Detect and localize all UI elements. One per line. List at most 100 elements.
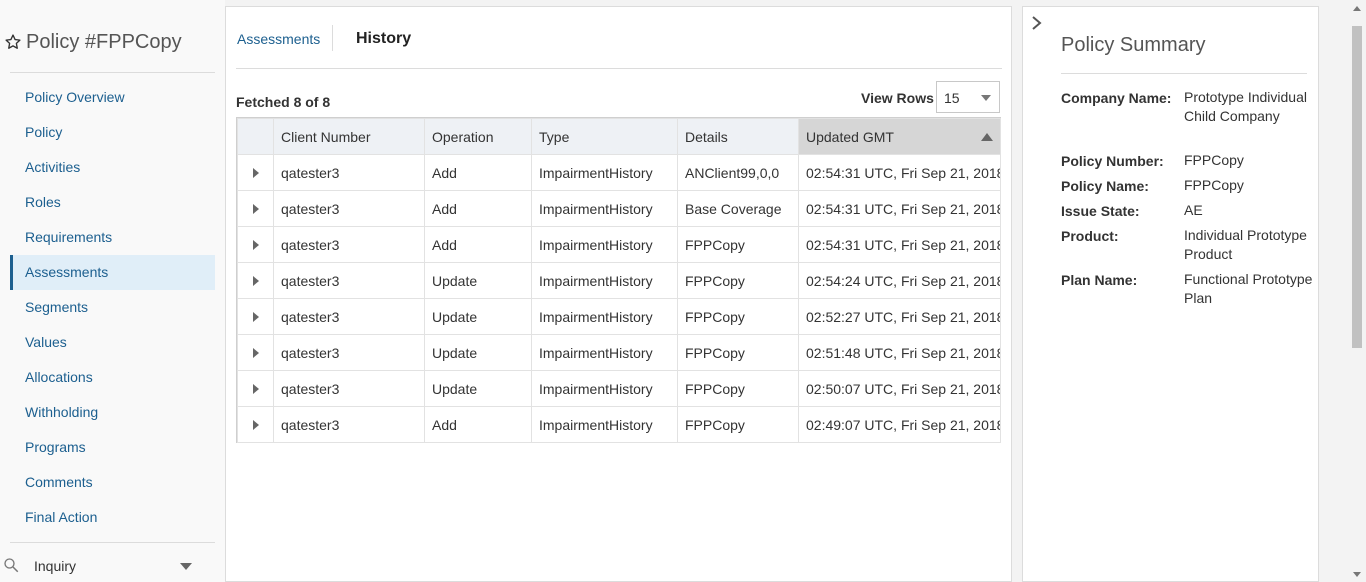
- chevron-right-icon[interactable]: [1030, 15, 1044, 31]
- sidebar-item-final-action[interactable]: Final Action: [10, 500, 215, 535]
- scroll-down-icon[interactable]: [1353, 572, 1361, 577]
- expand-arrow-icon[interactable]: [252, 419, 259, 430]
- row-expander[interactable]: [237, 226, 274, 263]
- summary-value-policy-number: FPPCopy: [1184, 152, 1244, 168]
- scroll-up-icon[interactable]: [1353, 6, 1361, 11]
- expand-arrow-icon[interactable]: [252, 203, 259, 214]
- cell-client-number: qatester3: [273, 190, 425, 227]
- policy-title: Policy #FPPCopy: [26, 31, 182, 53]
- inquiry-dropdown[interactable]: Inquiry: [0, 552, 205, 580]
- summary-title: Policy Summary: [1061, 34, 1206, 56]
- sidebar-item-programs[interactable]: Programs: [10, 430, 215, 465]
- sidebar-item-values[interactable]: Values: [10, 325, 215, 360]
- sidebar-item-policy[interactable]: Policy: [10, 115, 215, 150]
- cell-details: Base Coverage: [677, 190, 799, 227]
- cell-operation: Add: [424, 226, 532, 263]
- summary-label-company-name: Company Name:: [1061, 90, 1172, 106]
- chevron-down-icon: [180, 563, 192, 570]
- row-expander[interactable]: [237, 298, 274, 335]
- cell-updated-gmt: 02:49:07 UTC, Fri Sep 21, 2018: [798, 406, 1001, 443]
- cell-client-number: qatester3: [273, 370, 425, 407]
- star-icon[interactable]: [4, 33, 22, 51]
- main-panel: Assessments History Fetched 8 of 8 View …: [225, 6, 1012, 582]
- sidebar-item-allocations[interactable]: Allocations: [10, 360, 215, 395]
- sidebar-item-activities[interactable]: Activities: [10, 150, 215, 185]
- expand-arrow-icon[interactable]: [252, 383, 259, 394]
- column-header-details[interactable]: Details: [677, 118, 799, 155]
- sidebar-item-roles[interactable]: Roles: [10, 185, 215, 220]
- cell-type: ImpairmentHistory: [531, 190, 678, 227]
- cell-type: ImpairmentHistory: [531, 226, 678, 263]
- table-row[interactable]: qatester3 Add ImpairmentHistory ANClient…: [237, 154, 1001, 191]
- tab-history[interactable]: History: [356, 30, 411, 48]
- sidebar-item-comments[interactable]: Comments: [10, 465, 215, 500]
- sidebar-item-withholding[interactable]: Withholding: [10, 395, 215, 430]
- cell-client-number: qatester3: [273, 154, 425, 191]
- cell-client-number: qatester3: [273, 406, 425, 443]
- sidebar-item-segments[interactable]: Segments: [10, 290, 215, 325]
- policy-summary-panel: Policy Summary Company Name: Prototype I…: [1022, 6, 1319, 582]
- cell-updated-gmt: 02:54:31 UTC, Fri Sep 21, 2018: [798, 226, 1001, 263]
- row-expander[interactable]: [237, 190, 274, 227]
- cell-details: FPPCopy: [677, 226, 799, 263]
- cell-details: FPPCopy: [677, 370, 799, 407]
- tab-assessments[interactable]: Assessments: [237, 31, 320, 47]
- cell-client-number: qatester3: [273, 334, 425, 371]
- cell-client-number: qatester3: [273, 226, 425, 263]
- table-row[interactable]: qatester3 Update ImpairmentHistory FPPCo…: [237, 334, 1001, 371]
- expand-arrow-icon[interactable]: [252, 167, 259, 178]
- table-row[interactable]: qatester3 Update ImpairmentHistory FPPCo…: [237, 370, 1001, 407]
- table-row[interactable]: qatester3 Add ImpairmentHistory FPPCopy …: [237, 226, 1001, 263]
- fetched-count: Fetched 8 of 8: [236, 94, 331, 110]
- cell-details: FPPCopy: [677, 334, 799, 371]
- view-rows-select[interactable]: 15: [936, 81, 1000, 113]
- column-header-updated-gmt[interactable]: Updated GMT: [798, 118, 1001, 155]
- summary-value-product: Individual Prototype Product: [1184, 227, 1307, 262]
- cell-operation: Update: [424, 370, 532, 407]
- summary-value-policy-name: FPPCopy: [1184, 177, 1244, 193]
- column-header-operation[interactable]: Operation: [424, 118, 532, 155]
- cell-operation: Update: [424, 262, 532, 299]
- scrollbar-thumb[interactable]: [1352, 26, 1362, 348]
- cell-details: FPPCopy: [677, 406, 799, 443]
- cell-updated-gmt: 02:51:48 UTC, Fri Sep 21, 2018: [798, 334, 1001, 371]
- expand-arrow-icon[interactable]: [252, 239, 259, 250]
- summary-label-policy-number: Policy Number:: [1061, 153, 1164, 169]
- cell-type: ImpairmentHistory: [531, 262, 678, 299]
- table-row[interactable]: qatester3 Add ImpairmentHistory FPPCopy …: [237, 406, 1001, 443]
- cell-updated-gmt: 02:54:31 UTC, Fri Sep 21, 2018: [798, 190, 1001, 227]
- column-header-type[interactable]: Type: [531, 118, 678, 155]
- table-row[interactable]: qatester3 Update ImpairmentHistory FPPCo…: [237, 298, 1001, 335]
- cell-type: ImpairmentHistory: [531, 154, 678, 191]
- table-row[interactable]: qatester3 Add ImpairmentHistory Base Cov…: [237, 190, 1001, 227]
- column-header-expand: [237, 118, 274, 155]
- page-scrollbar[interactable]: [1348, 0, 1366, 582]
- column-header-client-number[interactable]: Client Number: [273, 118, 425, 155]
- expand-arrow-icon[interactable]: [252, 347, 259, 358]
- row-expander[interactable]: [237, 154, 274, 191]
- cell-client-number: qatester3: [273, 262, 425, 299]
- inquiry-label: Inquiry: [34, 558, 77, 574]
- sidebar-divider: [10, 72, 215, 73]
- summary-value-issue-state: AE: [1184, 202, 1203, 218]
- row-expander[interactable]: [237, 370, 274, 407]
- view-rows-label: View Rows: [861, 90, 934, 106]
- summary-label-product: Product:: [1061, 228, 1119, 244]
- sidebar-item-requirements[interactable]: Requirements: [10, 220, 215, 255]
- cell-updated-gmt: 02:50:07 UTC, Fri Sep 21, 2018: [798, 370, 1001, 407]
- row-expander[interactable]: [237, 334, 274, 371]
- expand-arrow-icon[interactable]: [252, 311, 259, 322]
- row-expander[interactable]: [237, 406, 274, 443]
- policy-title-row: Policy #FPPCopy: [0, 30, 225, 58]
- sidebar-item-assessments[interactable]: Assessments: [10, 255, 215, 290]
- cell-type: ImpairmentHistory: [531, 334, 678, 371]
- cell-type: ImpairmentHistory: [531, 406, 678, 443]
- table-row[interactable]: qatester3 Update ImpairmentHistory FPPCo…: [237, 262, 1001, 299]
- summary-value-plan-name: Functional Prototype Plan: [1184, 271, 1313, 306]
- sidebar-item-policy-overview[interactable]: Policy Overview: [10, 80, 215, 115]
- sidebar-divider-bottom: [10, 542, 215, 543]
- row-expander[interactable]: [237, 262, 274, 299]
- sort-ascending-icon[interactable]: [981, 133, 993, 141]
- summary-label-policy-name: Policy Name:: [1061, 178, 1149, 194]
- expand-arrow-icon[interactable]: [252, 275, 259, 286]
